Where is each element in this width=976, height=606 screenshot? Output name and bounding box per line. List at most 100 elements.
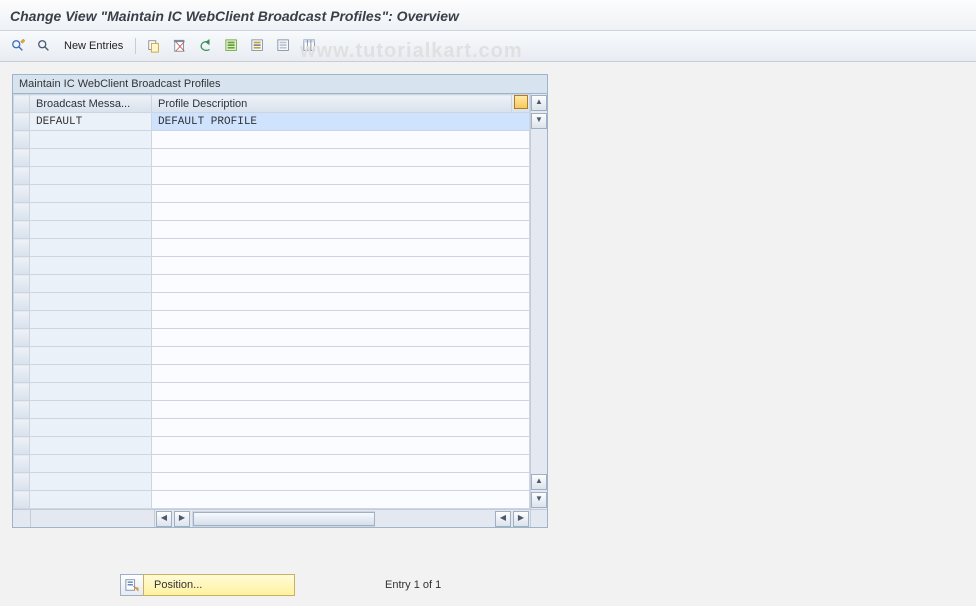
scroll-down-bottom-button[interactable]: ▼ (531, 492, 547, 508)
scroll-up-bottom-button[interactable]: ▲ (531, 474, 547, 490)
row-selector[interactable] (14, 167, 30, 185)
cell-broadcast-empty[interactable] (30, 131, 152, 149)
cell-broadcast-empty[interactable] (30, 221, 152, 239)
row-selector[interactable] (14, 311, 30, 329)
cell-description-empty[interactable] (152, 473, 530, 491)
horizontal-scrollbar[interactable]: ◀ ▶ ◀ ▶ (13, 509, 547, 527)
horizontal-scroll-track[interactable] (192, 511, 375, 527)
cell-description-empty[interactable] (152, 365, 530, 383)
row-selector[interactable] (14, 329, 30, 347)
cell-broadcast-empty[interactable] (30, 257, 152, 275)
row-selector[interactable] (14, 455, 30, 473)
table-row-empty[interactable] (14, 491, 530, 509)
table-settings-icon[interactable] (300, 36, 320, 56)
row-selector[interactable] (14, 347, 30, 365)
column-header-broadcast[interactable]: Broadcast Messa... (30, 95, 152, 113)
table-row-empty[interactable] (14, 257, 530, 275)
cell-description-empty[interactable] (152, 311, 530, 329)
select-all-icon[interactable] (222, 36, 242, 56)
cell-broadcast-empty[interactable] (30, 347, 152, 365)
cell-description-empty[interactable] (152, 167, 530, 185)
row-selector[interactable] (14, 131, 30, 149)
cell-description-empty[interactable] (152, 221, 530, 239)
delete-icon[interactable] (170, 36, 190, 56)
cell-description-empty[interactable] (152, 275, 530, 293)
cell-broadcast-empty[interactable] (30, 311, 152, 329)
row-selector[interactable] (14, 473, 30, 491)
cell-description-empty[interactable] (152, 203, 530, 221)
row-selector[interactable] (14, 257, 30, 275)
table-row-empty[interactable] (14, 239, 530, 257)
toggle-display-change-icon[interactable] (8, 36, 28, 56)
cell-description-empty[interactable] (152, 419, 530, 437)
scroll-right-button[interactable]: ▶ (513, 511, 529, 527)
table-row-empty[interactable] (14, 131, 530, 149)
select-block-icon[interactable] (248, 36, 268, 56)
table-row-empty[interactable] (14, 329, 530, 347)
position-button[interactable]: Position... (120, 574, 295, 596)
cell-broadcast-empty[interactable] (30, 239, 152, 257)
cell-broadcast-empty[interactable] (30, 401, 152, 419)
cell-description-empty[interactable] (152, 455, 530, 473)
row-selector[interactable] (14, 383, 30, 401)
cell-broadcast-empty[interactable] (30, 203, 152, 221)
row-selector[interactable] (14, 437, 30, 455)
row-selector[interactable] (14, 293, 30, 311)
table-row-empty[interactable] (14, 347, 530, 365)
table-row-empty[interactable] (14, 167, 530, 185)
table-row-empty[interactable] (14, 473, 530, 491)
row-selector[interactable] (14, 221, 30, 239)
row-selector[interactable] (14, 419, 30, 437)
row-selector[interactable] (14, 401, 30, 419)
find-icon[interactable] (34, 36, 54, 56)
row-selector[interactable] (14, 203, 30, 221)
column-config-header[interactable] (512, 95, 530, 113)
row-selector[interactable] (14, 365, 30, 383)
cell-broadcast-empty[interactable] (30, 167, 152, 185)
table-row-empty[interactable] (14, 383, 530, 401)
cell-broadcast-empty[interactable] (30, 455, 152, 473)
cell-description-empty[interactable] (152, 437, 530, 455)
table-row-empty[interactable] (14, 203, 530, 221)
table-row-empty[interactable] (14, 185, 530, 203)
new-entries-button[interactable]: New Entries (60, 40, 127, 52)
scroll-left-end-button[interactable]: ◀ (495, 511, 511, 527)
scroll-left-button[interactable]: ◀ (156, 511, 172, 527)
row-selector[interactable] (14, 239, 30, 257)
table-row-empty[interactable] (14, 455, 530, 473)
cell-description-empty[interactable] (152, 293, 530, 311)
table-row-empty[interactable] (14, 401, 530, 419)
cell-broadcast[interactable]: DEFAULT (30, 113, 152, 131)
copy-as-icon[interactable] (144, 36, 164, 56)
vertical-scrollbar[interactable]: ▲ ▼ ▲ ▼ (530, 94, 547, 509)
table-row-empty[interactable] (14, 149, 530, 167)
row-selector[interactable] (14, 491, 30, 509)
table-row-empty[interactable] (14, 365, 530, 383)
cell-broadcast-empty[interactable] (30, 383, 152, 401)
horizontal-scroll-thumb[interactable] (193, 512, 375, 526)
cell-broadcast-empty[interactable] (30, 491, 152, 509)
row-selector[interactable] (14, 275, 30, 293)
cell-description-empty[interactable] (152, 239, 530, 257)
cell-description-empty[interactable] (152, 149, 530, 167)
table-row-empty[interactable] (14, 221, 530, 239)
scroll-up-button[interactable]: ▲ (531, 95, 547, 111)
cell-broadcast-empty[interactable] (30, 365, 152, 383)
cell-description-empty[interactable] (152, 491, 530, 509)
table-row-empty[interactable] (14, 437, 530, 455)
cell-description-empty[interactable] (152, 131, 530, 149)
row-selector[interactable] (14, 113, 30, 131)
cell-broadcast-empty[interactable] (30, 473, 152, 491)
cell-description-empty[interactable] (152, 329, 530, 347)
deselect-all-icon[interactable] (274, 36, 294, 56)
table-row-empty[interactable] (14, 293, 530, 311)
cell-broadcast-empty[interactable] (30, 185, 152, 203)
cell-description-empty[interactable] (152, 185, 530, 203)
cell-description-empty[interactable] (152, 347, 530, 365)
vertical-scroll-track[interactable] (532, 130, 546, 473)
table-row[interactable]: DEFAULTDEFAULT PROFILE (14, 113, 530, 131)
cell-broadcast-empty[interactable] (30, 419, 152, 437)
cell-broadcast-empty[interactable] (30, 275, 152, 293)
undo-change-icon[interactable] (196, 36, 216, 56)
table-row-empty[interactable] (14, 311, 530, 329)
